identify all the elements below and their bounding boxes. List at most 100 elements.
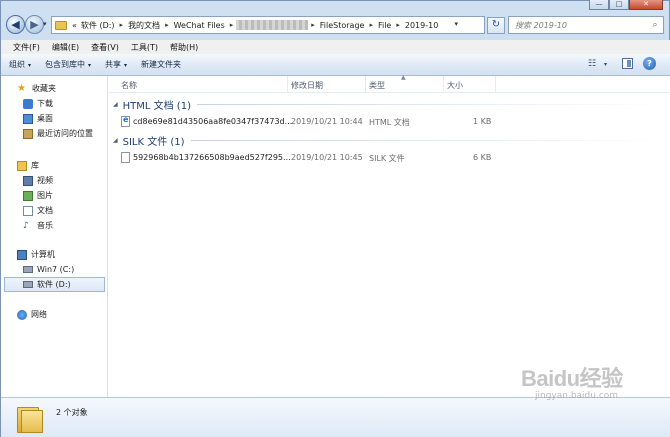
include-in-library-label: 包含到库中: [45, 60, 86, 69]
sidebar-item-computer[interactable]: 计算机: [1, 247, 108, 262]
address-history-dropdown-icon[interactable]: ▾: [454, 20, 458, 28]
breadcrumb-file[interactable]: File: [376, 21, 393, 30]
details-pane: 2 个对象: [1, 397, 670, 437]
menu-view[interactable]: 查看(V): [85, 42, 125, 53]
sidebar-item-label: 视频: [37, 176, 53, 185]
group-title: SILK 文件 (1): [122, 136, 185, 148]
command-bar: 组织 ▾ 包含到库中 ▾ 共享 ▾ 新建文件夹 ☷ ▾ ?: [1, 54, 670, 76]
desktop-icon: [23, 113, 33, 124]
refresh-button[interactable]: ↻: [487, 17, 505, 34]
breadcrumb-filestorage[interactable]: FileStorage: [318, 21, 367, 30]
column-header-modified[interactable]: 修改日期: [291, 80, 323, 91]
sidebar-item-videos[interactable]: 视频: [1, 173, 108, 188]
title-bar: — □ ✕: [1, 0, 670, 11]
file-size: 6 KB: [473, 153, 492, 162]
hard-drive-icon: [23, 266, 33, 273]
generic-file-icon: [121, 152, 130, 163]
search-input[interactable]: 搜索 2019-10: [509, 20, 647, 31]
file-size: 1 KB: [473, 117, 492, 126]
menu-tools[interactable]: 工具(T): [125, 42, 164, 53]
search-icon[interactable]: ⌕: [647, 20, 663, 30]
sidebar-item-label: 音乐: [37, 221, 53, 230]
sidebar-item-music[interactable]: ♪ 音乐: [1, 218, 108, 233]
column-divider[interactable]: [495, 76, 496, 93]
sidebar-item-documents[interactable]: 文档: [1, 203, 108, 218]
column-divider[interactable]: [287, 76, 288, 93]
view-options-dropdown-icon[interactable]: ▾: [604, 61, 607, 68]
sidebar-item-drive-d[interactable]: 软件 (D:): [4, 277, 105, 292]
libraries-group: 库 视频 图片 文档 ♪ 音乐: [1, 158, 108, 233]
group-title: HTML 文档 (1): [122, 100, 191, 112]
breadcrumb-separator-icon: ▸: [311, 21, 315, 29]
include-in-library-button[interactable]: 包含到库中 ▾: [45, 59, 91, 70]
search-box[interactable]: 搜索 2019-10 ⌕: [508, 16, 664, 34]
breadcrumb-my-documents[interactable]: 我的文档: [126, 20, 162, 31]
breadcrumb-separator-icon: ▸: [369, 21, 373, 29]
column-header-name[interactable]: 名称: [121, 80, 137, 91]
group-divider-line: [190, 139, 665, 141]
sidebar-item-downloads[interactable]: 下载: [1, 96, 108, 111]
star-icon: ★: [17, 82, 26, 94]
maximize-button[interactable]: □: [609, 0, 629, 10]
column-divider[interactable]: [443, 76, 444, 93]
content-area: ★ 收藏夹 下载 桌面 最近访问的位置 库 视频 图片 文档 ♪ 音乐 计算机 …: [1, 74, 670, 397]
folder-icon: [55, 20, 67, 30]
change-view-icon[interactable]: ☷: [588, 59, 596, 69]
recent-pages-dropdown-icon[interactable]: ▾: [43, 20, 47, 28]
close-button[interactable]: ✕: [629, 0, 663, 10]
chevron-down-icon: ▾: [88, 62, 92, 69]
file-modified: 2019/10/21 10:44: [291, 117, 363, 126]
preview-pane-icon[interactable]: [622, 58, 633, 69]
sidebar-item-pictures[interactable]: 图片: [1, 188, 108, 203]
menu-help[interactable]: 帮助(H): [164, 42, 204, 53]
sidebar-item-libraries[interactable]: 库: [1, 158, 108, 173]
column-header-type[interactable]: 类型: [369, 80, 385, 91]
computer-icon: [17, 249, 27, 260]
file-row[interactable]: cd8e69e81d43506aa8fe0347f37473d... 2019/…: [109, 114, 670, 129]
collapse-group-icon[interactable]: ◢: [113, 101, 118, 108]
file-name: 592968b4b137266508b9aed527f295...: [133, 153, 291, 162]
sidebar-item-recent-places[interactable]: 最近访问的位置: [1, 126, 108, 141]
file-type: HTML 文档: [369, 118, 410, 127]
new-folder-button[interactable]: 新建文件夹: [141, 59, 181, 70]
navigation-row: ◀ ▶ ▾ « 软件 (D:) ▸ 我的文档 ▸ WeChat Files ▸ …: [1, 13, 670, 39]
sort-ascending-icon: ▲: [401, 74, 406, 81]
sidebar-item-network[interactable]: 网络: [1, 307, 108, 322]
share-button[interactable]: 共享 ▾: [105, 59, 127, 70]
group-header-html[interactable]: ◢ HTML 文档 (1): [113, 97, 665, 112]
group-divider-line: [196, 103, 665, 105]
column-divider[interactable]: [365, 76, 366, 93]
sidebar-item-label: 收藏夹: [32, 84, 56, 93]
breadcrumb-wechat-files[interactable]: WeChat Files: [172, 21, 227, 30]
forward-button[interactable]: ▶: [25, 15, 44, 34]
help-icon[interactable]: ?: [643, 57, 656, 70]
sidebar-item-desktop[interactable]: 桌面: [1, 111, 108, 126]
column-header-size[interactable]: 大小: [447, 80, 463, 91]
sidebar-item-label: 文档: [37, 206, 53, 215]
breadcrumb-separator-icon: ▸: [165, 21, 169, 29]
file-type: SILK 文件: [369, 154, 405, 163]
menu-edit[interactable]: 编辑(E): [46, 42, 85, 53]
group-header-silk[interactable]: ◢ SILK 文件 (1): [113, 133, 665, 148]
breadcrumb-redacted-account[interactable]: [236, 20, 309, 30]
organize-label: 组织: [9, 60, 25, 69]
back-button[interactable]: ◀: [6, 15, 25, 34]
breadcrumb-overflow[interactable]: «: [70, 21, 79, 30]
file-row[interactable]: 592968b4b137266508b9aed527f295... 2019/1…: [109, 150, 670, 165]
sidebar-item-label: 桌面: [37, 114, 53, 123]
recent-places-icon: [23, 128, 33, 139]
breadcrumb-2019-10[interactable]: 2019-10: [403, 21, 440, 30]
sidebar-item-label: 网络: [31, 310, 47, 319]
navigation-pane[interactable]: ★ 收藏夹 下载 桌面 最近访问的位置 库 视频 图片 文档 ♪ 音乐 计算机 …: [1, 76, 108, 397]
collapse-group-icon[interactable]: ◢: [113, 137, 118, 144]
menu-file[interactable]: 文件(F): [7, 42, 46, 53]
network-group: 网络: [1, 307, 108, 322]
address-bar[interactable]: « 软件 (D:) ▸ 我的文档 ▸ WeChat Files ▸ ▸ File…: [51, 16, 485, 34]
minimize-button[interactable]: —: [589, 0, 609, 10]
breadcrumb-separator-icon: ▸: [229, 21, 234, 29]
sidebar-item-favorites[interactable]: ★ 收藏夹: [1, 81, 108, 96]
breadcrumb-drive-d[interactable]: 软件 (D:): [79, 20, 117, 31]
organize-button[interactable]: 组织 ▾: [9, 59, 31, 70]
sidebar-item-drive-c[interactable]: Win7 (C:): [1, 262, 108, 277]
file-list-pane[interactable]: 名称 修改日期 ▲ 类型 大小 ◢ HTML 文档 (1) cd8e69e81d…: [109, 74, 670, 397]
